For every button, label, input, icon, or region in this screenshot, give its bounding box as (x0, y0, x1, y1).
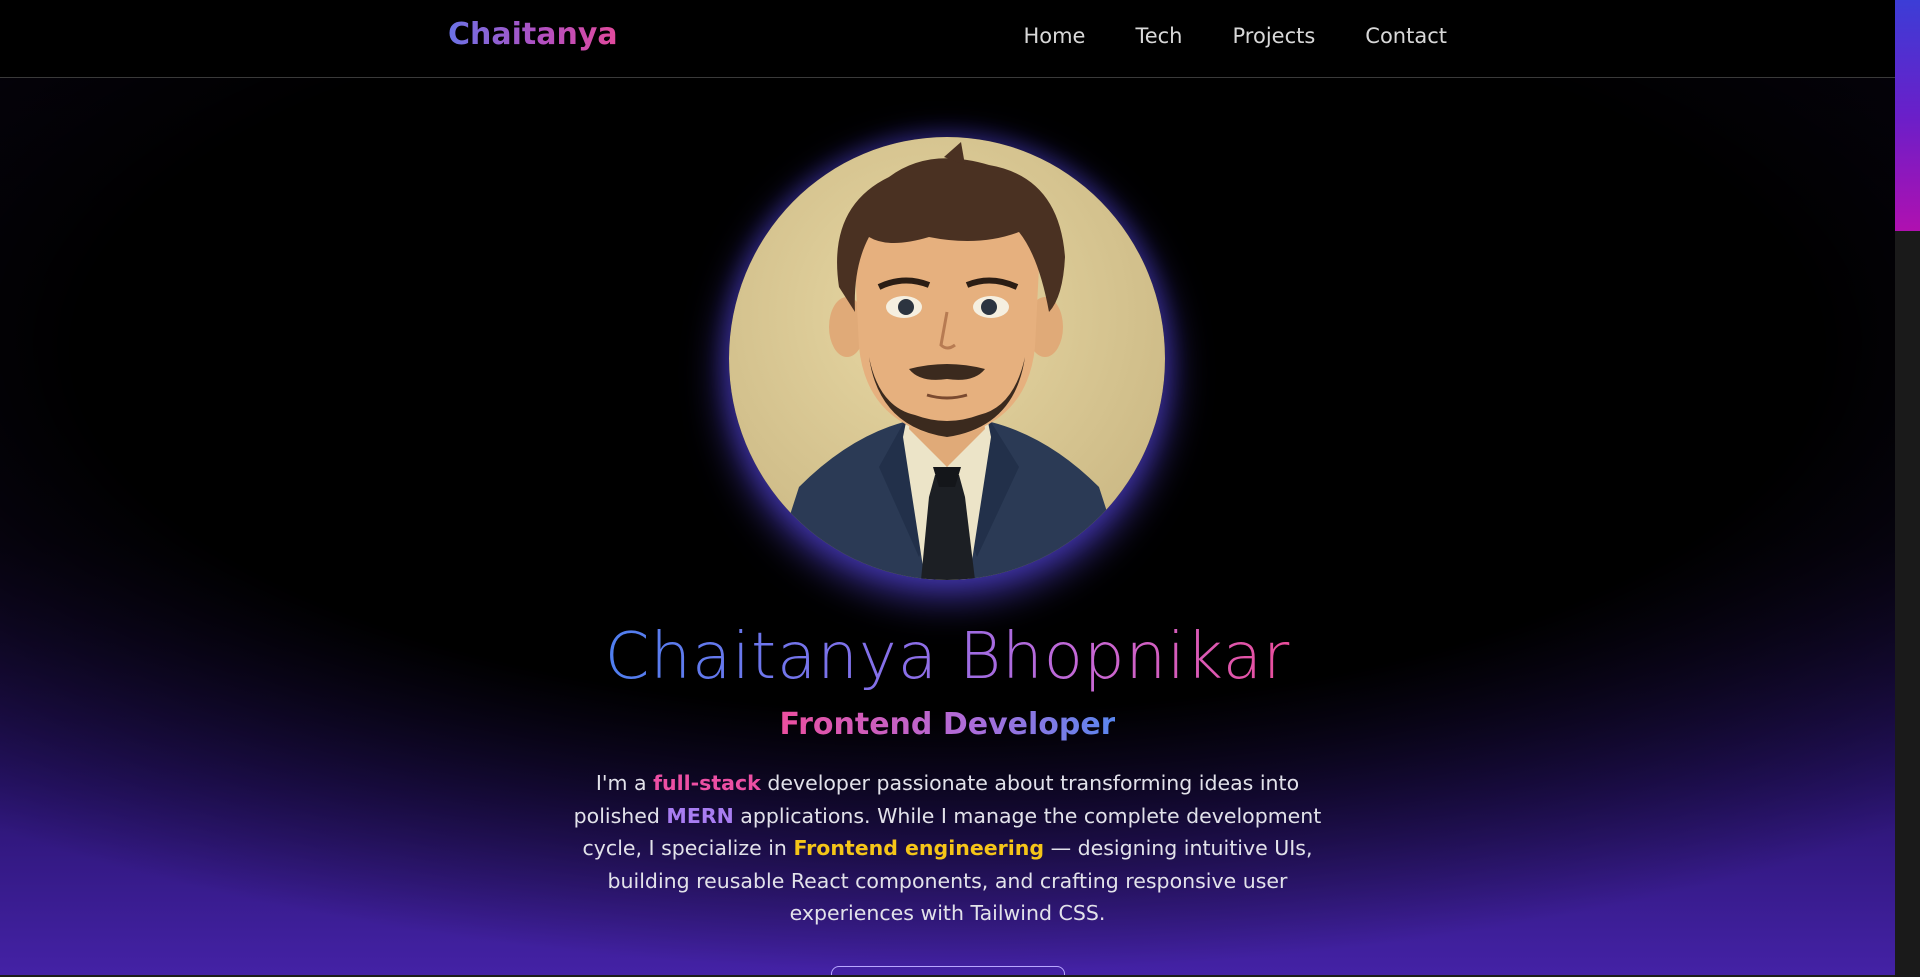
nav-link-projects[interactable]: Projects (1233, 24, 1316, 48)
scrollbar[interactable] (1895, 0, 1920, 977)
page-viewport: Chaitanya Home Tech Projects Contact Cha… (0, 0, 1895, 977)
navbar: Chaitanya Home Tech Projects Contact (0, 0, 1895, 78)
avatar-illustration (729, 137, 1165, 580)
bio-text: I'm a (595, 771, 654, 795)
brand-logo[interactable]: Chaitanya (448, 17, 618, 52)
nav-link-tech[interactable]: Tech (1135, 24, 1182, 48)
hero-bio: I'm a full-stack developer passionate ab… (560, 767, 1335, 930)
scrollbar-thumb[interactable] (1895, 0, 1920, 231)
nav-link-home[interactable]: Home (1023, 24, 1085, 48)
hero-role: Frontend Developer (779, 707, 1116, 742)
nav-link-contact[interactable]: Contact (1365, 24, 1447, 48)
bio-highlight-frontend: Frontend engineering (793, 836, 1045, 860)
bio-highlight-fullstack: full-stack (653, 771, 761, 795)
nav-menu: Home Tech Projects Contact (973, 24, 1447, 48)
bio-highlight-mern: MERN (666, 803, 734, 828)
hero-name: Chaitanya Bhopnikar (604, 620, 1291, 694)
profile-avatar (729, 137, 1165, 580)
